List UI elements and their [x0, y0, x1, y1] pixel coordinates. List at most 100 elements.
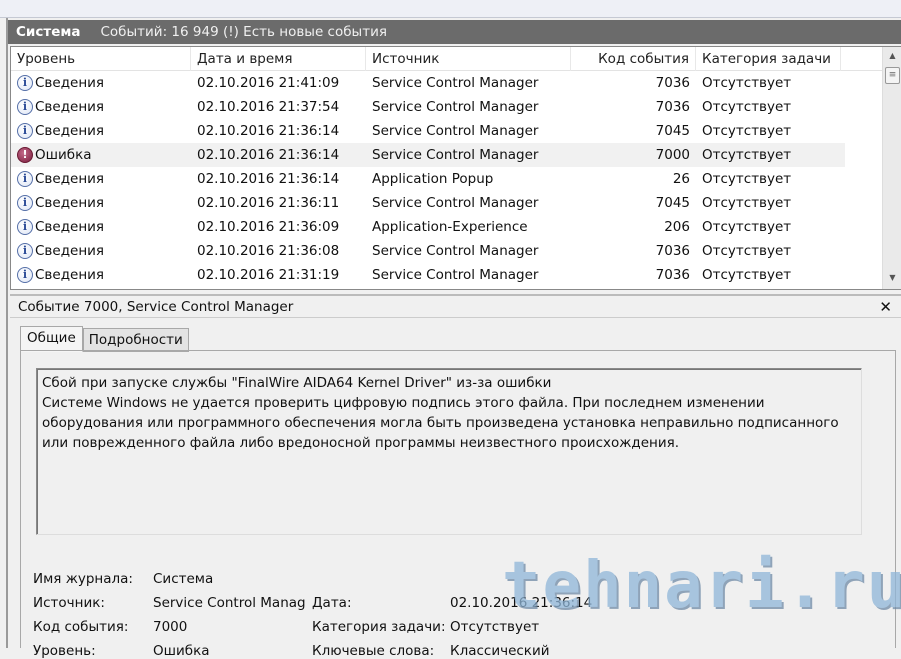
event-description[interactable]: Сбой при запуске службы "FinalWire AIDA6…	[36, 368, 862, 535]
column-event-id[interactable]: Код события	[571, 47, 696, 71]
column-category[interactable]: Категория задачи	[696, 47, 841, 71]
row-category: Отсутствует	[702, 75, 792, 91]
info-icon: i	[17, 75, 33, 91]
keywords-value: Классический	[450, 643, 550, 659]
column-level[interactable]: Уровень	[11, 47, 191, 71]
detail-title: Событие 7000, Service Control Manager	[18, 299, 294, 315]
row-level: Сведения	[35, 171, 105, 187]
event-row[interactable]: i Сведения 02.10.2016 21:37:54 Service C…	[11, 95, 845, 119]
row-source: Service Control Manager	[372, 243, 539, 259]
event-row[interactable]: i Сведения 02.10.2016 21:36:14 Applicati…	[11, 167, 845, 191]
column-header: Уровень Дата и время Источник Код событи…	[11, 47, 883, 71]
row-category: Отсутствует	[702, 171, 792, 187]
column-source[interactable]: Источник	[366, 47, 571, 71]
row-category: Отсутствует	[702, 123, 792, 139]
info-icon: i	[17, 123, 33, 139]
watermark-logo: tehnari.ru	[502, 549, 901, 623]
detail-tabs: Общие Подробности	[20, 326, 189, 352]
event-row[interactable]: i Сведения 02.10.2016 21:31:19 Service C…	[11, 263, 845, 287]
row-category: Отсутствует	[702, 99, 792, 115]
category-label: Категория задачи:	[312, 619, 446, 635]
date-label: Дата:	[312, 595, 352, 611]
log-value: Система	[153, 571, 214, 587]
scroll-up-arrow-icon[interactable]: ▲	[886, 51, 899, 65]
event-id-label: Код события:	[33, 619, 129, 635]
row-level: Сведения	[35, 99, 105, 115]
row-date: 02.10.2016 21:36:14	[197, 147, 340, 163]
row-level: Сведения	[35, 123, 105, 139]
scroll-down-arrow-icon[interactable]: ▼	[886, 273, 899, 287]
info-icon: i	[17, 267, 33, 283]
row-category: Отсутствует	[702, 195, 792, 211]
level-value: Ошибка	[153, 643, 210, 659]
row-level: Сведения	[35, 243, 105, 259]
row-event-id: 7045	[655, 123, 690, 139]
event-row[interactable]: ! Ошибка 02.10.2016 21:36:14 Service Con…	[11, 143, 845, 167]
source-label: Источник:	[33, 595, 105, 611]
row-source: Service Control Manager	[372, 147, 539, 163]
row-level: Сведения	[35, 75, 105, 91]
row-date: 02.10.2016 21:36:11	[197, 195, 340, 211]
info-icon: i	[17, 171, 33, 187]
row-event-id: 7036	[655, 267, 690, 283]
info-icon: i	[17, 195, 33, 211]
row-event-id: 7036	[655, 243, 690, 259]
row-event-id: 26	[672, 171, 690, 187]
row-event-id: 7036	[655, 75, 690, 91]
description-line: Системе Windows не удается проверить циф…	[42, 395, 839, 451]
row-event-id: 206	[664, 219, 690, 235]
row-source: Application-Experience	[372, 219, 528, 235]
log-name: Система	[16, 24, 81, 40]
row-date: 02.10.2016 21:36:14	[197, 171, 340, 187]
row-source: Application Popup	[372, 171, 494, 187]
event-row[interactable]: i Сведения 02.10.2016 21:36:11 Service C…	[11, 191, 845, 215]
keywords-label: Ключевые слова:	[312, 643, 435, 659]
row-date: 02.10.2016 21:41:09	[197, 75, 340, 91]
row-category: Отсутствует	[702, 243, 792, 259]
detail-header: Событие 7000, Service Control Manager ✕	[10, 294, 901, 318]
event-row[interactable]: i Сведения 02.10.2016 21:36:09 Applicati…	[11, 215, 845, 239]
info-icon: i	[17, 219, 33, 235]
row-date: 02.10.2016 21:36:08	[197, 243, 340, 259]
description-line: Сбой при запуске службы "FinalWire AIDA6…	[42, 375, 552, 391]
description-text: Сбой при запуске службы "FinalWire AIDA6…	[42, 373, 856, 453]
event-list[interactable]: Уровень Дата и время Источник Код событи…	[10, 46, 901, 290]
tab-details[interactable]: Подробности	[82, 328, 189, 352]
column-filler	[841, 47, 883, 71]
log-label: Имя журнала:	[33, 571, 133, 587]
tab-general[interactable]: Общие	[20, 326, 83, 352]
row-date: 02.10.2016 21:36:14	[197, 123, 340, 139]
row-source: Service Control Manager	[372, 195, 539, 211]
row-event-id: 7045	[655, 195, 690, 211]
event-row[interactable]: i Сведения 02.10.2016 21:36:08 Service C…	[11, 239, 845, 263]
close-icon[interactable]: ✕	[879, 296, 892, 318]
vertical-scrollbar[interactable]: ▲ ≡ ▼	[882, 47, 901, 289]
level-label: Уровень:	[33, 643, 96, 659]
row-level: Сведения	[35, 195, 105, 211]
column-date[interactable]: Дата и время	[191, 47, 366, 71]
event-id-value: 7000	[153, 619, 188, 635]
row-source: Service Control Manager	[372, 123, 539, 139]
source-value: Service Control Manag	[153, 595, 306, 611]
scroll-thumb[interactable]: ≡	[885, 67, 900, 84]
row-source: Service Control Manager	[372, 75, 539, 91]
row-event-id: 7000	[655, 147, 690, 163]
info-icon: i	[17, 99, 33, 115]
row-category: Отсутствует	[702, 267, 792, 283]
log-title-bar: Система Событий: 16 949 (!) Есть новые с…	[8, 20, 901, 44]
event-row[interactable]: i Сведения 02.10.2016 21:41:09 Service C…	[11, 71, 845, 95]
row-source: Service Control Manager	[372, 99, 539, 115]
info-icon: i	[17, 243, 33, 259]
row-source: Service Control Manager	[372, 267, 539, 283]
row-level: Сведения	[35, 219, 105, 235]
row-category: Отсутствует	[702, 147, 792, 163]
top-strip	[0, 0, 901, 18]
row-event-id: 7036	[655, 99, 690, 115]
row-category: Отсутствует	[702, 219, 792, 235]
row-level: Сведения	[35, 267, 105, 283]
row-date: 02.10.2016 21:31:19	[197, 267, 340, 283]
row-date: 02.10.2016 21:36:09	[197, 219, 340, 235]
row-date: 02.10.2016 21:37:54	[197, 99, 340, 115]
error-icon: !	[17, 147, 33, 163]
event-row[interactable]: i Сведения 02.10.2016 21:36:14 Service C…	[11, 119, 845, 143]
